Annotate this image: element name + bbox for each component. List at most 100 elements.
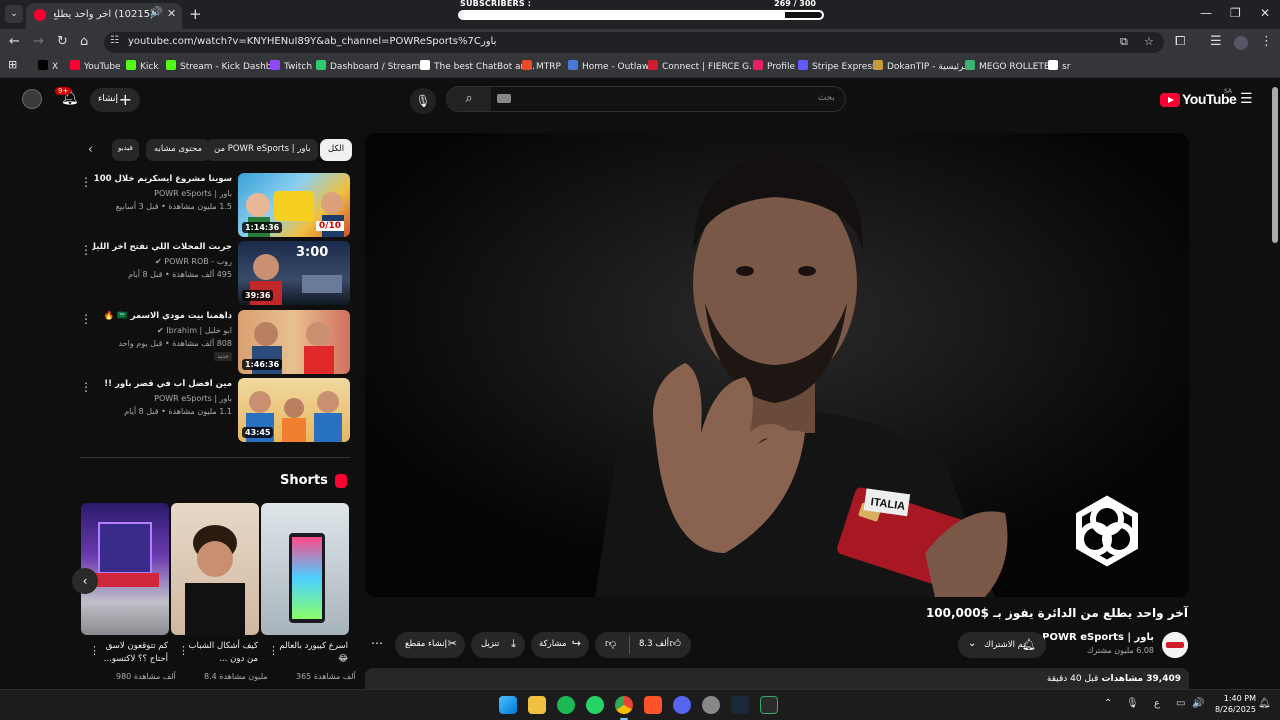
guide-menu-icon[interactable]: ☰	[1240, 91, 1253, 107]
bookmark-item[interactable]: Connect | FIERCE G...	[648, 60, 758, 72]
microphone-tray-icon[interactable]: 🎙︎	[1126, 698, 1139, 709]
chip-all[interactable]: الكل	[320, 139, 353, 161]
close-window-icon[interactable]: ✕	[1260, 6, 1270, 20]
bookmark-item[interactable]: sr	[1048, 60, 1070, 72]
extensions-icon[interactable]: ⧠	[1175, 34, 1185, 49]
network-icon[interactable]: ▭	[1176, 698, 1185, 709]
bookmark-item[interactable]: Stream - Kick Dashb...	[166, 60, 280, 72]
forward-icon[interactable]: →	[33, 34, 44, 49]
shorts-previous-button[interactable]: ‹	[72, 568, 98, 594]
chrome-icon[interactable]	[615, 696, 633, 714]
chip-from-channel[interactable]: من POWR eSports | باور	[206, 139, 319, 161]
menu-dots-icon[interactable]: ⋮	[1260, 34, 1273, 49]
related-video[interactable]: 1:46:36 داهمنا بيت مودي الاسمر 🇸🇦 🔥 ابو …	[80, 310, 350, 374]
bookmark-item[interactable]: Stripe Express	[798, 60, 877, 72]
dislike-icon[interactable]: 👎︎	[605, 637, 616, 650]
like-count[interactable]: 8.3 ألف	[639, 639, 669, 649]
bookmark-item[interactable]: Home - Outlaw	[568, 60, 649, 72]
input-language[interactable]: ع	[1154, 698, 1160, 709]
whatsapp-icon[interactable]	[586, 696, 604, 714]
bookmark-star-icon[interactable]: ☆	[1144, 35, 1154, 48]
short-thumbnail[interactable]	[171, 503, 259, 635]
page-scrollbar[interactable]	[1272, 87, 1278, 243]
keyboard-icon[interactable]	[497, 94, 511, 103]
like-icon[interactable]: 👍︎	[670, 637, 682, 650]
start-menu-icon[interactable]	[499, 696, 517, 714]
taskbar-clock[interactable]: 1:40 PM 8/26/2025	[1208, 693, 1256, 715]
bookmark-item[interactable]: Profile	[753, 60, 795, 72]
video-title[interactable]: مين أفضل أب في قصر باور !!	[92, 379, 232, 389]
more-actions-icon[interactable]: ⋮	[178, 644, 189, 657]
video-thumbnail[interactable]: 0/10 1:14:36	[238, 173, 350, 237]
tab-youtube[interactable]: (10215) آخر واحد يطلع من ال 🔊 ✕	[26, 3, 182, 29]
chevron-left-icon[interactable]: ‹	[88, 142, 93, 156]
more-actions-icon[interactable]: ⋮	[89, 644, 100, 657]
home-icon[interactable]: ⌂	[80, 34, 88, 49]
profile-icon[interactable]	[1234, 36, 1248, 50]
tray-overflow-icon[interactable]: ⌃	[1104, 698, 1112, 709]
search-input[interactable]: ⌕ بحث	[446, 86, 846, 112]
video-player[interactable]: ITALIA	[365, 133, 1189, 597]
new-tab-icon[interactable]: +	[189, 5, 202, 23]
more-actions-icon[interactable]: ⋮	[80, 312, 92, 326]
discord-icon[interactable]	[673, 696, 691, 714]
site-info-icon[interactable]: ☷	[110, 35, 119, 46]
search-icon[interactable]: ⌕	[447, 87, 491, 111]
video-title[interactable]: جربت المحلات اللي تفتح آخر الليل !	[92, 242, 232, 252]
more-actions-icon[interactable]: ⋮	[80, 380, 92, 394]
spotify-icon[interactable]	[557, 696, 575, 714]
channel-name[interactable]: باور | POWR eSports	[92, 394, 232, 403]
clip-button[interactable]: إنشاء مقطع ✂	[395, 632, 465, 658]
bookmark-item[interactable]: X	[38, 60, 58, 72]
short-title[interactable]: اسرع كيبورد بالعالم 😂	[268, 640, 348, 666]
tab-search-icon[interactable]: ⌄	[5, 5, 23, 23]
bookmark-item[interactable]: MEGO ROLLETE	[965, 60, 1050, 72]
bookmark-item[interactable]: The best ChatBot an...	[420, 60, 535, 72]
back-icon[interactable]: ←	[9, 34, 20, 49]
short-thumbnail[interactable]	[261, 503, 349, 635]
video-thumbnail[interactable]: 3:00 39:36	[238, 241, 350, 305]
settings-app-icon[interactable]	[702, 696, 720, 714]
bookmark-item[interactable]: MTRP	[522, 60, 561, 72]
more-actions-icon[interactable]: ⋮	[80, 243, 92, 257]
chip-videos[interactable]: فيديو	[112, 139, 139, 161]
notification-center-icon[interactable]: 🔔︎	[1258, 698, 1271, 709]
create-button[interactable]: إنشاء +	[90, 88, 140, 112]
reload-icon[interactable]: ↻	[57, 34, 68, 49]
tab-list-icon[interactable]: ☰	[1210, 34, 1222, 49]
video-thumbnail[interactable]: 43:45	[238, 378, 350, 442]
channel-name[interactable]: باور | POWR eSports	[92, 189, 232, 198]
speaker-icon[interactable]: 🔊	[150, 7, 162, 18]
bookmark-item[interactable]: YouTube	[70, 60, 121, 72]
bookmark-item[interactable]: Dashboard / Stream...	[316, 60, 429, 72]
maximize-icon[interactable]: ❐	[1230, 6, 1241, 20]
steam-icon[interactable]	[731, 696, 749, 714]
bookmark-item[interactable]: DokanTIP - الرئيسية	[873, 60, 969, 72]
cast-icon[interactable]: ⧉	[1120, 35, 1128, 49]
terminal-icon[interactable]	[760, 696, 778, 714]
short-title[interactable]: كيف أشكال الشباب من دون ...	[178, 640, 258, 666]
apps-grid-icon[interactable]: ⊞	[8, 58, 17, 71]
bookmark-item[interactable]: Kick	[126, 60, 159, 72]
account-avatar[interactable]	[22, 89, 42, 109]
video-thumbnail[interactable]: 1:46:36	[238, 310, 350, 374]
related-video[interactable]: 0/10 1:14:36 سوينا مشروع ايسكريم خلال 10…	[80, 173, 350, 237]
video-title[interactable]: سوينا مشروع ايسكريم خلال 100 ساعة !!	[92, 174, 232, 184]
video-title[interactable]: داهمنا بيت مودي الاسمر 🇸🇦 🔥	[92, 311, 233, 321]
chip-related[interactable]: محتوى مشابه	[146, 139, 210, 161]
more-actions-icon[interactable]: ⋮	[80, 175, 92, 189]
voice-search-icon[interactable]: 🎙︎	[410, 88, 436, 114]
bookmark-item[interactable]: Twitch	[270, 60, 312, 72]
short-title[interactable]: كم تتوقعون لاسق أحتاج ؟؟ لاكتسو...	[88, 640, 168, 666]
channel-name[interactable]: ابو خليل | Ibrahim ✔	[92, 326, 232, 335]
more-actions-button[interactable]: ⋯	[365, 632, 391, 658]
minimize-icon[interactable]: —	[1200, 6, 1212, 20]
brave-icon[interactable]	[644, 696, 662, 714]
share-button[interactable]: مشاركة ↪	[531, 632, 589, 658]
more-actions-icon[interactable]: ⋮	[268, 644, 279, 657]
related-video[interactable]: 43:45 مين أفضل أب في قصر باور !! باور | …	[80, 378, 350, 442]
channel-name[interactable]: روب - POWR ROB ✔	[92, 257, 232, 266]
related-video[interactable]: 3:00 39:36 جربت المحلات اللي تفتح آخر ال…	[80, 241, 350, 305]
volume-icon[interactable]: 🔊	[1192, 698, 1204, 709]
download-button[interactable]: تنزيل ⤓	[471, 632, 525, 658]
